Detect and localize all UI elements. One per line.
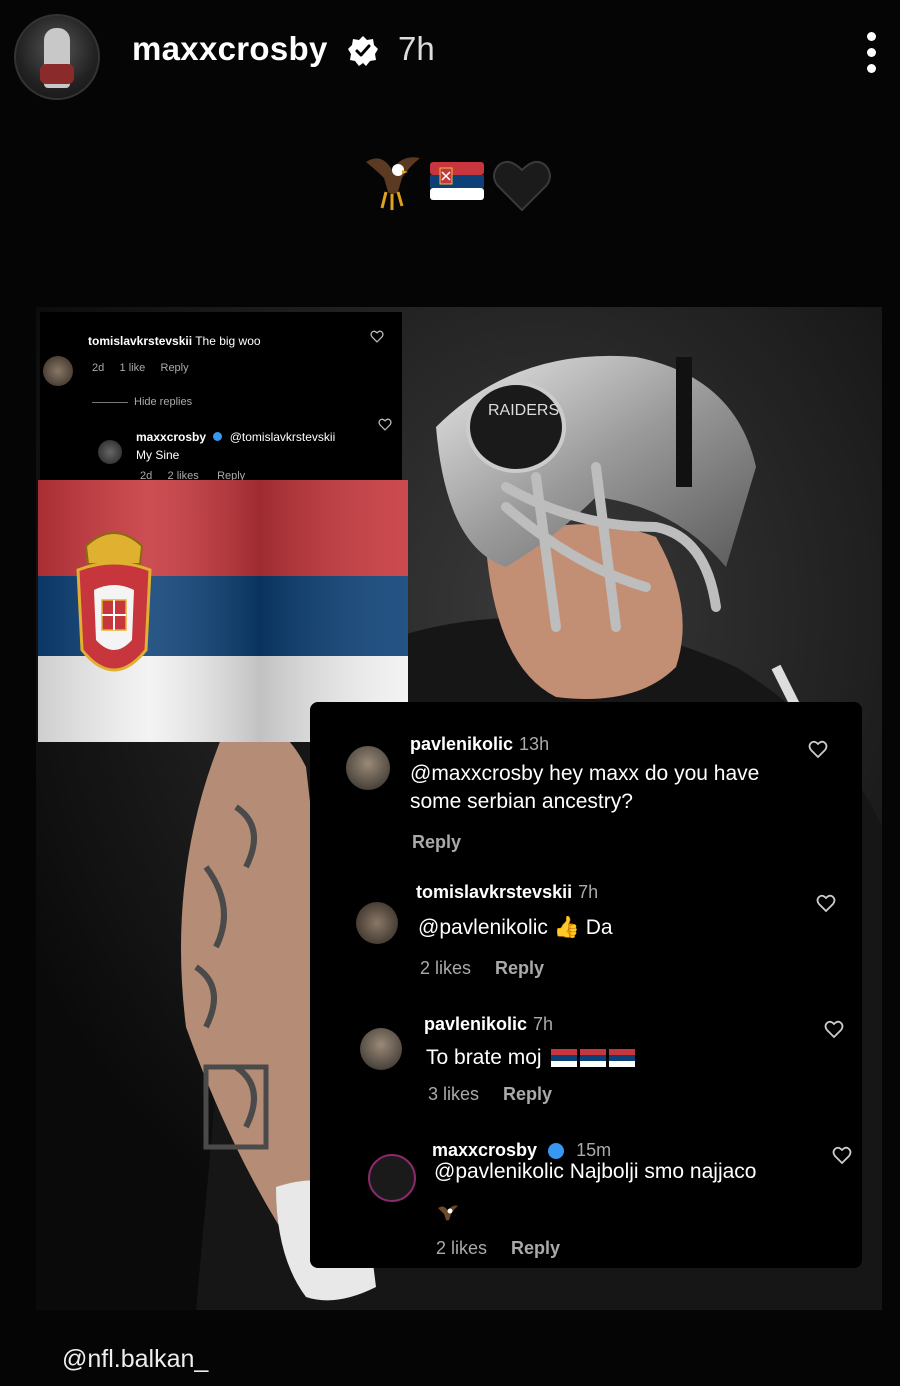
comment-text: @pavlenikolic 👍 Da xyxy=(418,916,613,939)
comment-likes: 2 likes xyxy=(420,958,472,978)
post-time: 7h xyxy=(398,30,435,67)
comment-text: The big woo xyxy=(195,334,261,348)
reply-username: maxxcrosby xyxy=(136,430,207,444)
profile-avatar[interactable] xyxy=(14,14,100,100)
serbia-flag-icon xyxy=(430,162,484,200)
reply-link[interactable]: Reply xyxy=(412,832,461,852)
like-heart-icon[interactable] xyxy=(816,894,836,914)
black-heart-icon xyxy=(493,160,551,212)
hide-replies-link[interactable]: Hide replies xyxy=(134,396,192,408)
comment-likes: 2 likes xyxy=(436,1238,488,1258)
reply-text: My Sine xyxy=(136,448,180,462)
reply-link[interactable]: Reply xyxy=(503,1084,552,1104)
screenshot-comment-thread: pavlenikolic 13h @maxxcrosby hey maxx do … xyxy=(310,702,862,1268)
story-header: maxxcrosby 7h xyxy=(0,0,900,110)
comment-time: 13h xyxy=(519,734,550,754)
more-options-icon[interactable] xyxy=(858,28,884,76)
commenter-avatar xyxy=(346,746,390,790)
comment-username: tomislavkrstevskii xyxy=(88,334,193,348)
verified-badge-icon xyxy=(213,432,223,441)
like-heart-icon[interactable] xyxy=(370,330,384,344)
commenter-avatar xyxy=(360,1028,402,1070)
comment-username[interactable]: pavlenikolic xyxy=(410,734,513,754)
divider xyxy=(92,402,128,403)
svg-text:RAIDERS: RAIDERS xyxy=(488,402,559,419)
serbia-flags-icon xyxy=(551,1049,636,1068)
comment-time: 7h xyxy=(578,882,599,902)
comment-username[interactable]: tomislavkrstevskii xyxy=(416,882,572,902)
comment-likes: 1 like xyxy=(119,362,146,374)
comment-text: @pavlenikolic Najbolji smo najjaco xyxy=(434,1160,757,1183)
reply-mention[interactable]: @tomislavkrstevskii xyxy=(230,430,336,444)
comment-text: @maxxcrosby hey maxx do you have some se… xyxy=(410,762,760,813)
like-heart-icon[interactable] xyxy=(832,1146,852,1166)
screenshot-comment-top: tomislavkrstevskii The big woo 2d 1 like… xyxy=(40,312,402,500)
reply-link[interactable]: Reply xyxy=(495,958,544,978)
eagle-icon xyxy=(438,1205,458,1221)
comment-likes: 3 likes xyxy=(428,1084,480,1104)
comment-time: 15m xyxy=(576,1140,612,1160)
source-watermark: @nfl.balkan_ xyxy=(62,1345,209,1373)
comment-text: To brate moj xyxy=(426,1046,542,1069)
like-heart-icon[interactable] xyxy=(378,418,392,432)
comment-time: 7h xyxy=(533,1014,554,1034)
comment-username[interactable]: maxxcrosby xyxy=(432,1140,537,1160)
like-heart-icon[interactable] xyxy=(824,1020,844,1040)
reply-link[interactable]: Reply xyxy=(161,362,189,374)
reply-avatar xyxy=(98,440,122,464)
commenter-avatar xyxy=(43,356,73,386)
verified-badge-icon xyxy=(548,1143,565,1160)
profile-username[interactable]: maxxcrosby xyxy=(132,30,328,68)
like-heart-icon[interactable] xyxy=(808,740,828,760)
caption-emojis xyxy=(362,148,562,216)
eagle-icon xyxy=(366,157,420,210)
comment-age: 2d xyxy=(92,362,105,374)
commenter-avatar xyxy=(356,902,398,944)
comment-username[interactable]: pavlenikolic xyxy=(424,1014,527,1034)
reply-link[interactable]: Reply xyxy=(511,1238,560,1258)
commenter-avatar xyxy=(368,1154,416,1202)
verified-badge-icon xyxy=(348,36,378,66)
